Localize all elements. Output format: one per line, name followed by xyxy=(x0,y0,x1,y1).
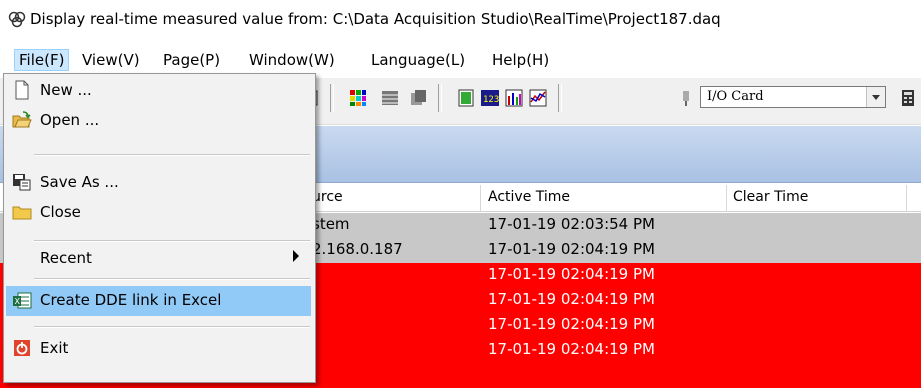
folder-icon xyxy=(12,206,32,220)
cell-active-time: 17-01-19 02:04:19 PM xyxy=(488,315,655,333)
menu-item-label: Open ... xyxy=(40,111,100,129)
exit-icon xyxy=(14,340,30,356)
menu-item-exit[interactable]: Exit xyxy=(6,334,311,364)
menu-item-label: Exit xyxy=(40,339,69,357)
trend-chart-icon[interactable] xyxy=(528,88,548,108)
numeric-display-icon[interactable]: 123 xyxy=(480,88,500,108)
table-icon[interactable] xyxy=(380,88,400,108)
menu-item-close[interactable]: Close xyxy=(6,198,311,228)
copy-page-icon[interactable] xyxy=(408,88,428,108)
menu-item-label: Recent xyxy=(40,249,92,267)
svg-text:123: 123 xyxy=(483,95,499,105)
column-divider[interactable] xyxy=(480,185,481,211)
save-as-icon xyxy=(13,174,31,191)
file-menu-dropdown: New ... Open ... Save As ... Close Recen… xyxy=(3,73,316,383)
cell-active-time: 17-01-19 02:04:19 PM xyxy=(488,240,655,258)
menu-help[interactable]: Help(H) xyxy=(488,50,553,70)
menu-separator xyxy=(34,154,310,156)
toolbar-separator xyxy=(438,84,442,112)
menu-item-save-as[interactable]: Save As ... xyxy=(6,168,311,198)
menu-language[interactable]: Language(L) xyxy=(367,50,469,70)
cell-active-time: 17-01-19 02:04:19 PM xyxy=(488,290,655,308)
window-title: Display real-time measured value from: C… xyxy=(30,10,721,28)
menu-view[interactable]: View(V) xyxy=(78,50,144,70)
chevron-down-icon xyxy=(872,95,880,100)
cell-source: 2.168.0.187 xyxy=(312,240,403,258)
menu-item-label: Save As ... xyxy=(40,173,119,191)
menu-item-label: Create DDE link in Excel xyxy=(40,291,222,309)
menu-file[interactable]: File(F) xyxy=(14,49,70,71)
column-header-source[interactable]: urce xyxy=(312,189,343,205)
new-file-icon xyxy=(15,80,29,100)
menu-bar: File(F) View(V) Page(P) Window(W) Langua… xyxy=(0,46,921,72)
calculator-icon[interactable] xyxy=(898,88,918,108)
open-folder-icon xyxy=(12,111,32,128)
menu-item-open[interactable]: Open ... xyxy=(6,106,311,136)
io-card-select-value: I/O Card xyxy=(707,89,764,104)
menu-item-label: New ... xyxy=(40,81,92,99)
column-divider[interactable] xyxy=(726,185,727,211)
column-header-active-time[interactable]: Active Time xyxy=(488,189,570,205)
submenu-arrow-icon xyxy=(293,250,299,262)
cell-active-time: 17-01-19 02:03:54 PM xyxy=(488,215,655,233)
dropdown-button[interactable] xyxy=(866,87,885,107)
bar-chart-icon[interactable] xyxy=(504,88,524,108)
menu-item-new[interactable]: New ... xyxy=(6,76,311,106)
column-header-clear-time[interactable]: Clear Time xyxy=(733,189,808,205)
menu-separator xyxy=(34,278,310,280)
toolbar-separator xyxy=(330,84,334,112)
menu-window[interactable]: Window(W) xyxy=(245,50,339,70)
cell-active-time: 17-01-19 02:04:19 PM xyxy=(488,340,655,358)
cell-source: stem xyxy=(312,215,350,233)
toolbar-separator xyxy=(558,84,562,112)
excel-link-icon: X xyxy=(13,292,32,309)
menu-page[interactable]: Page(P) xyxy=(159,50,224,70)
panel-icon[interactable] xyxy=(456,88,476,108)
menu-separator xyxy=(34,326,310,328)
title-bar: Display real-time measured value from: C… xyxy=(0,0,921,38)
column-divider[interactable] xyxy=(906,185,907,211)
grid-color-icon[interactable] xyxy=(348,88,368,108)
device-icon[interactable] xyxy=(676,88,696,108)
menu-item-recent[interactable]: Recent xyxy=(6,242,311,272)
svg-text:X: X xyxy=(15,297,21,306)
menu-item-create-dde-link[interactable]: X Create DDE link in Excel xyxy=(6,286,311,316)
app-icon xyxy=(8,11,26,28)
cell-active-time: 17-01-19 02:04:19 PM xyxy=(488,265,655,283)
io-card-select[interactable]: I/O Card xyxy=(700,86,886,108)
menu-item-label: Close xyxy=(40,203,81,221)
